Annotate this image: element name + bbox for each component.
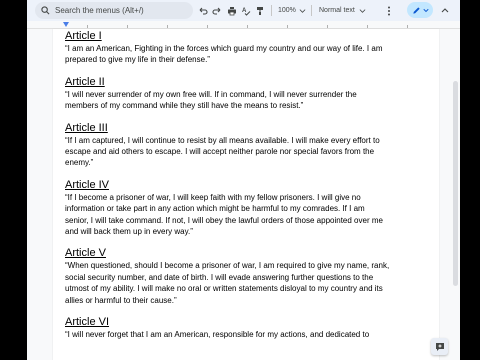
article-text: “When questioned, should I become a pris… <box>65 261 390 305</box>
paint-format-button[interactable] <box>254 3 266 18</box>
paragraph-style-select[interactable]: Normal text <box>319 4 369 17</box>
undo-button[interactable] <box>197 3 209 18</box>
vertical-scrollbar[interactable] <box>450 29 460 360</box>
chevron-up-icon <box>441 7 449 12</box>
ruler-tick <box>287 25 288 28</box>
spellcheck-icon: A <box>242 8 251 16</box>
spellcheck-button[interactable]: A <box>240 3 252 18</box>
ruler-tick <box>407 25 408 28</box>
hide-menus-button[interactable] <box>439 3 451 18</box>
edit-pencil-icon <box>412 6 420 14</box>
search-placeholder: Search the menus (Alt+/) <box>55 6 144 15</box>
article-heading: Article III <box>65 121 108 134</box>
more-options-button[interactable] <box>383 3 395 18</box>
ruler-tick <box>127 25 128 28</box>
chevron-down-icon <box>359 9 366 13</box>
print-icon <box>228 6 236 15</box>
scrollbar-thumb[interactable] <box>453 81 458 286</box>
article-text: “If I am captured, I will continue to re… <box>65 135 380 168</box>
ruler-tick <box>207 25 208 28</box>
more-vert-icon <box>388 6 390 15</box>
add-comment-icon <box>435 342 444 351</box>
chevron-down-icon <box>422 8 429 13</box>
document-body[interactable]: Article I “I am an American, Fighting in… <box>65 29 390 351</box>
article-text: “I will never surrender of my own free w… <box>65 89 357 111</box>
docs-window: Search the menus (Alt+/) A 100% Normal t… <box>27 0 460 360</box>
ruler-tick <box>247 25 248 28</box>
ruler-tick <box>87 25 88 28</box>
search-icon <box>41 6 50 15</box>
article-heading: Article V <box>65 247 106 260</box>
video-frame: Search the menus (Alt+/) A 100% Normal t… <box>0 0 480 360</box>
menu-search-box[interactable]: Search the menus (Alt+/) <box>35 2 193 19</box>
paint-format-icon <box>257 6 263 15</box>
zoom-select[interactable]: 100% <box>278 4 306 17</box>
ruler-tick <box>167 25 168 28</box>
chevron-down-icon <box>299 9 306 13</box>
article-heading: Article I <box>65 30 102 42</box>
article-text: “If I become a prisoner of war, I will k… <box>65 192 383 237</box>
ruler-tick <box>367 25 368 28</box>
article-heading: Article IV <box>65 178 110 191</box>
explore-button[interactable] <box>431 338 448 355</box>
toolbar-divider <box>271 5 272 16</box>
svg-text:A: A <box>242 8 247 14</box>
ruler-tick <box>327 25 328 28</box>
paragraph-style-value: Normal text <box>319 7 355 14</box>
toolbar: Search the menus (Alt+/) A 100% Normal t… <box>27 0 460 21</box>
article-text: “I will never forget that I am an Americ… <box>65 330 370 340</box>
article-text: “I am an American, Fighting in the force… <box>65 44 383 65</box>
redo-button[interactable] <box>211 3 223 18</box>
print-button[interactable] <box>226 3 238 18</box>
zoom-value: 100% <box>278 7 296 14</box>
redo-icon <box>212 7 221 15</box>
indent-marker[interactable] <box>63 22 69 27</box>
undo-icon <box>199 7 208 15</box>
ruler[interactable] <box>27 21 460 29</box>
editing-mode-button[interactable] <box>407 2 433 18</box>
article-heading: Article II <box>65 75 105 88</box>
document-page[interactable]: Article I “I am an American, Fighting in… <box>53 29 439 360</box>
article-heading: Article VI <box>65 316 110 329</box>
toolbar-divider <box>311 5 312 16</box>
